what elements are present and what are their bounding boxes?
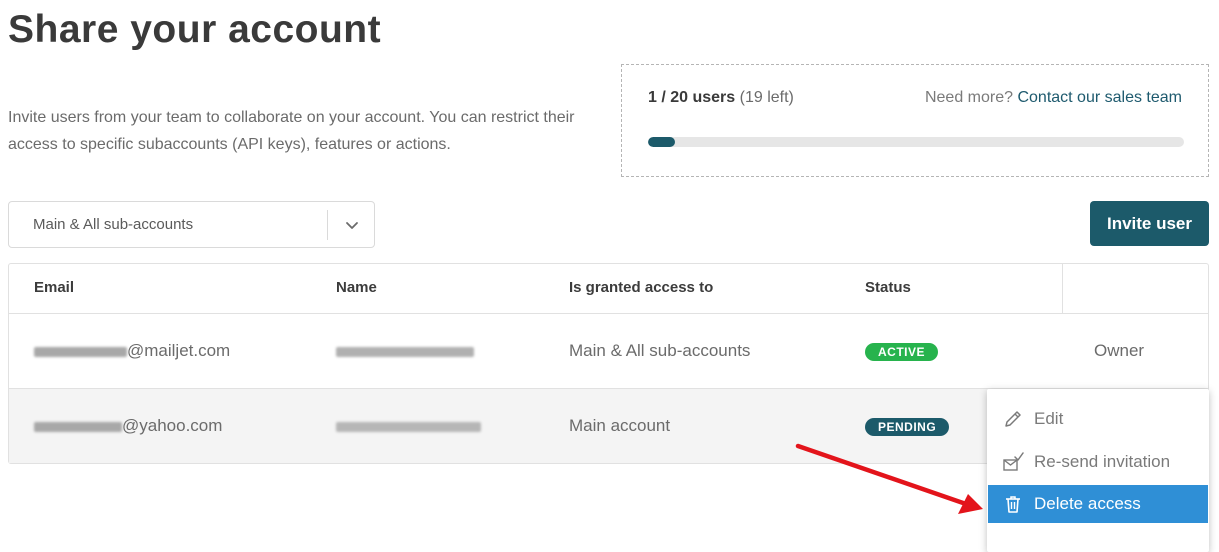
column-header-name: Name <box>336 279 377 296</box>
user-count: 1 / 20 users (19 left) <box>648 89 794 107</box>
chevron-down-icon[interactable] <box>341 214 363 236</box>
table-row[interactable]: @mailjet.com Main & All sub-accounts ACT… <box>9 313 1208 388</box>
need-more-text: Need more? <box>924 89 1014 106</box>
redacted-name <box>336 346 474 357</box>
annotation-arrow <box>795 443 983 514</box>
need-more: Need more? Contact our sales team <box>925 89 1182 107</box>
user-count-value: 1 / 20 users <box>648 89 736 106</box>
user-email: @yahoo.com <box>34 416 222 436</box>
pencil-icon <box>1005 411 1021 427</box>
user-access: Main & All sub-accounts <box>569 341 751 360</box>
user-role: Owner <box>1094 341 1145 360</box>
select-divider <box>327 210 328 240</box>
email-domain: @mailjet.com <box>127 341 231 360</box>
menu-item-delete-access[interactable]: Delete access <box>988 485 1208 523</box>
account-filter-value: Main & All sub-accounts <box>33 216 194 233</box>
email-domain: @yahoo.com <box>122 416 223 435</box>
page-description: Invite users from your team to collabora… <box>8 109 575 153</box>
menu-item-resend-invitation[interactable]: Re-send invitation <box>988 443 1208 481</box>
user-name <box>336 341 474 361</box>
envelope-check-icon <box>1003 452 1024 471</box>
contact-sales-link[interactable]: Contact our sales team <box>1017 89 1182 106</box>
menu-item-label: Edit <box>1034 409 1064 428</box>
user-name <box>336 416 481 436</box>
user-quota-progress <box>648 137 1184 147</box>
user-access: Main account <box>569 416 671 435</box>
row-actions-menu: Edit Re-send invitation Delete access <box>987 389 1209 552</box>
menu-item-label: Delete access <box>1034 494 1141 513</box>
redacted-email-user <box>34 346 127 357</box>
column-header-access: Is granted access to <box>569 279 714 296</box>
user-email: @mailjet.com <box>34 341 230 361</box>
status-badge: ACTIVE <box>865 343 939 361</box>
user-quota-progress-fill <box>648 137 675 147</box>
invite-user-button[interactable]: Invite user <box>1090 201 1209 246</box>
menu-item-edit[interactable]: Edit <box>988 400 1208 438</box>
menu-item-label: Re-send invitation <box>1034 452 1171 471</box>
column-header-email: Email <box>34 279 75 296</box>
redacted-name <box>336 421 481 432</box>
users-left: (19 left) <box>739 89 794 106</box>
column-divider <box>1062 264 1063 314</box>
account-filter-select[interactable]: Main & All sub-accounts <box>8 201 375 248</box>
status-badge: PENDING <box>865 418 950 436</box>
column-header-status: Status <box>865 279 911 296</box>
redacted-email-user <box>34 421 122 432</box>
trash-icon <box>1006 496 1020 513</box>
user-quota-card: 1 / 20 users (19 left) Need more? Contac… <box>621 64 1209 177</box>
page-title: Share your account <box>8 8 382 51</box>
